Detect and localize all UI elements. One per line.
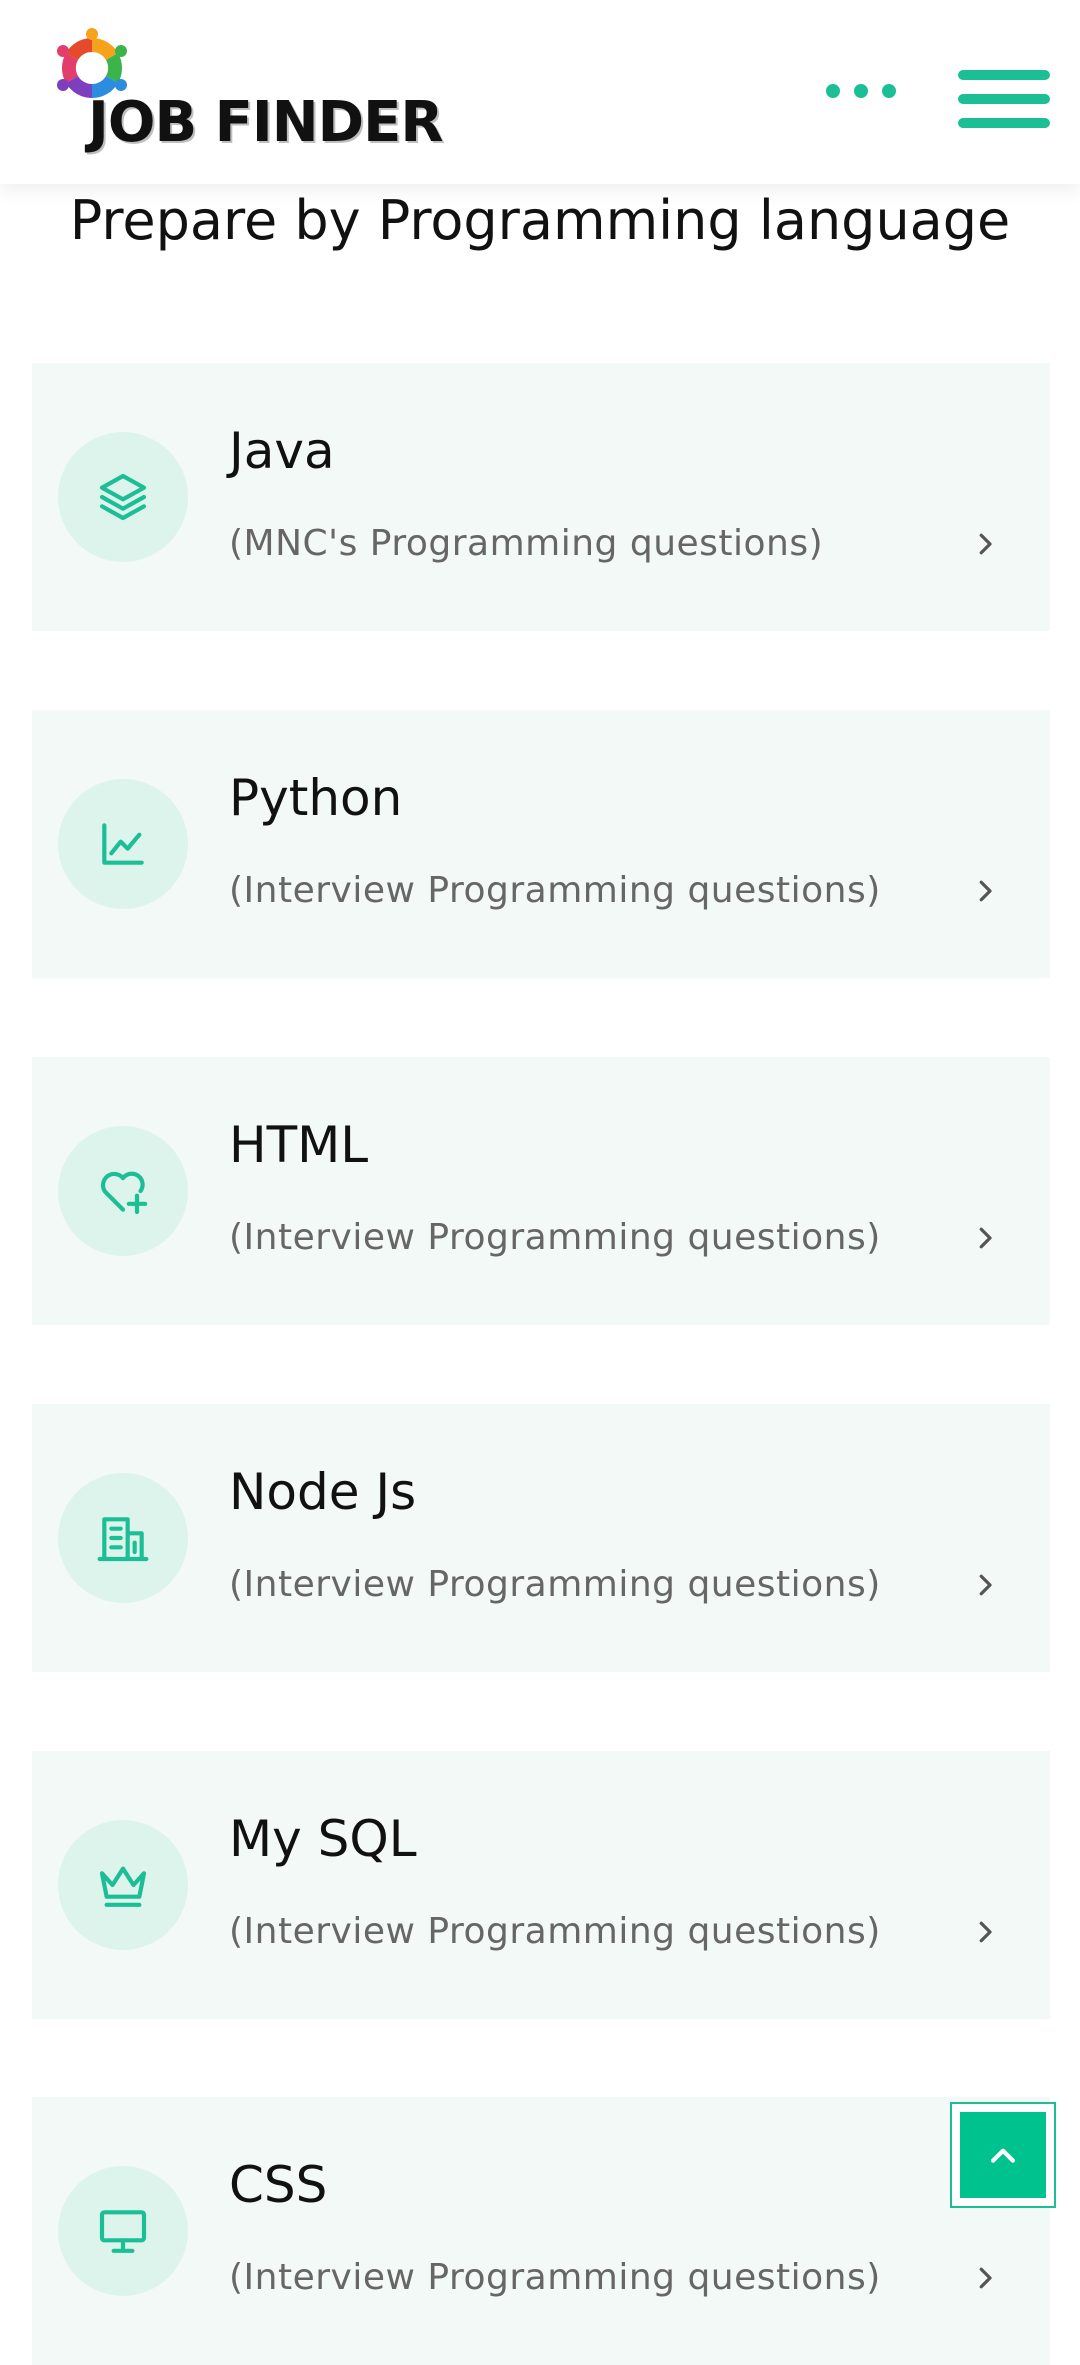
heart-plus-icon bbox=[100, 1171, 148, 1215]
chevron-right-icon bbox=[979, 1574, 992, 1596]
card-title: Node Js bbox=[229, 1463, 417, 1521]
chevron-right-icon bbox=[979, 880, 992, 902]
card-title: HTML bbox=[229, 1116, 369, 1174]
hamburger-menu-button[interactable] bbox=[958, 70, 1050, 128]
card-title: Java bbox=[229, 422, 335, 480]
language-card-java[interactable]: Java (MNC's Programming questions) bbox=[32, 363, 1050, 631]
monitor-icon bbox=[99, 2210, 147, 2253]
card-subtitle: (Interview Programming questions) bbox=[229, 2257, 881, 2298]
chevron-right-icon bbox=[979, 2267, 992, 2289]
more-dots-icon bbox=[826, 84, 840, 98]
language-card-html[interactable]: HTML (Interview Programming questions) bbox=[32, 1057, 1050, 1325]
page-title: Prepare by Programming language bbox=[69, 189, 1011, 252]
card-title: CSS bbox=[229, 2156, 328, 2214]
hamburger-menu-icon bbox=[958, 70, 1050, 80]
card-title: Python bbox=[229, 769, 403, 827]
card-icon-circle bbox=[58, 432, 188, 562]
scroll-to-top-inner bbox=[960, 2112, 1046, 2198]
language-card-css[interactable]: CSS (Interview Programming questions) bbox=[32, 2097, 1050, 2365]
crown-icon bbox=[99, 1866, 147, 1907]
chevron-up-icon bbox=[990, 2148, 1016, 2163]
card-subtitle: (Interview Programming questions) bbox=[229, 1911, 881, 1952]
more-options-button[interactable] bbox=[826, 76, 896, 106]
job-finder-logo[interactable]: JOB FINDER bbox=[50, 26, 443, 156]
language-card-python[interactable]: Python (Interview Programming questions) bbox=[32, 710, 1050, 978]
card-subtitle: (MNC's Programming questions) bbox=[229, 523, 824, 564]
card-subtitle: (Interview Programming questions) bbox=[229, 1217, 881, 1258]
chevron-right-icon bbox=[979, 533, 992, 555]
card-icon-circle bbox=[58, 2166, 188, 2296]
language-card-nodejs[interactable]: Node Js (Interview Programming questions… bbox=[32, 1404, 1050, 1672]
card-subtitle: (Interview Programming questions) bbox=[229, 870, 881, 911]
hamburger-line bbox=[958, 94, 1050, 104]
app-header: JOB FINDER bbox=[0, 0, 1080, 184]
card-subtitle: (Interview Programming questions) bbox=[229, 1564, 881, 1605]
building-icon bbox=[97, 1517, 149, 1562]
more-dot bbox=[882, 84, 896, 98]
chevron-right-icon bbox=[979, 1227, 992, 1249]
card-title: My SQL bbox=[229, 1810, 417, 1868]
card-icon-circle bbox=[58, 779, 188, 909]
logo-text: JOB FINDER bbox=[88, 90, 443, 155]
chevron-right-icon bbox=[979, 1921, 992, 1943]
hamburger-line bbox=[958, 118, 1050, 128]
card-icon-circle bbox=[58, 1126, 188, 1256]
card-icon-circle bbox=[58, 1473, 188, 1603]
layers-icon bbox=[99, 473, 147, 521]
more-dot bbox=[854, 84, 868, 98]
line-chart-icon bbox=[102, 823, 144, 865]
card-icon-circle bbox=[58, 1820, 188, 1950]
scroll-to-top-button[interactable] bbox=[950, 2102, 1056, 2208]
language-card-mysql[interactable]: My SQL (Interview Programming questions) bbox=[32, 1751, 1050, 2019]
